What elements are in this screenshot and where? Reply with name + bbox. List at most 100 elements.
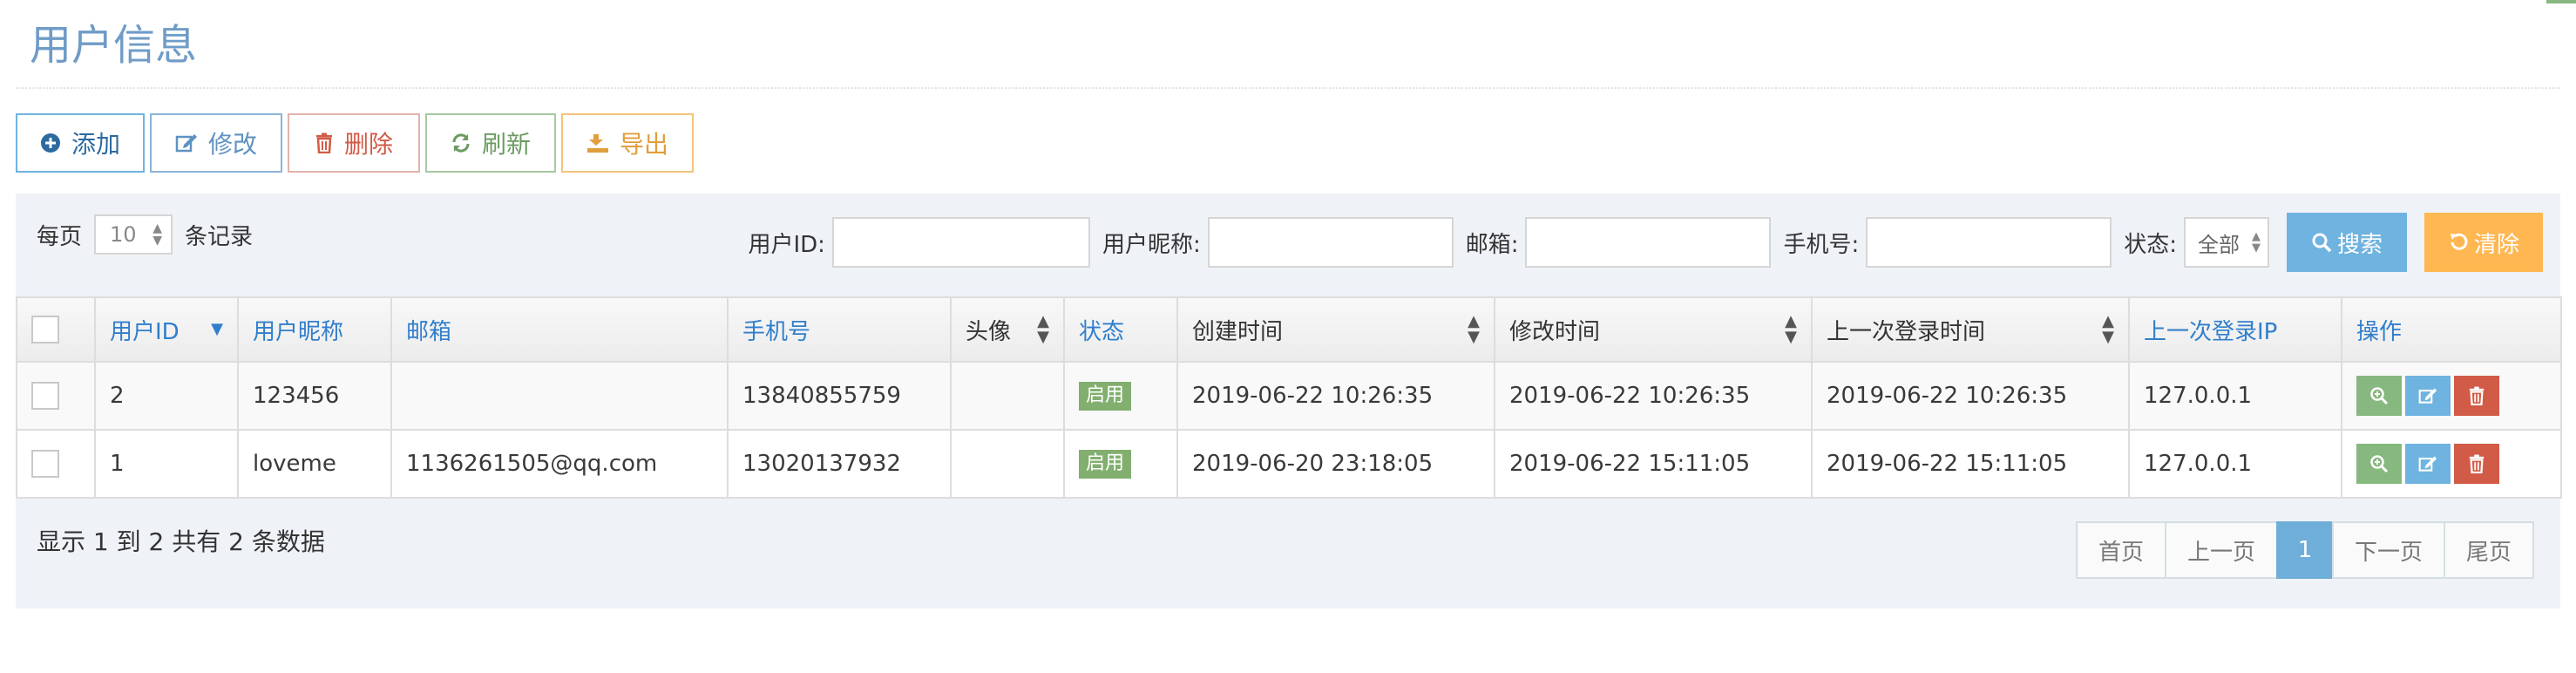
cell-created: 2019-06-22 10:26:35 xyxy=(1176,361,1495,431)
page-length-select[interactable]: 10 ▲ ▼ xyxy=(94,214,173,255)
trash-icon xyxy=(2468,454,2485,473)
header-created[interactable]: 创建时间 ▲ ▼ xyxy=(1176,296,1495,363)
view-button[interactable] xyxy=(2356,444,2402,484)
cell-nickname: loveme xyxy=(237,429,392,499)
cell-user-id: 2 xyxy=(94,361,239,431)
sort-icon: ▲ ▼ xyxy=(2102,312,2114,346)
row-select-cell xyxy=(16,429,96,499)
sort-icon: ▲ ▼ xyxy=(1785,312,1797,346)
filter-phone-label: 手机号: xyxy=(1783,231,1860,258)
cell-avatar xyxy=(950,361,1065,431)
header-last-ip[interactable]: 上一次登录IP xyxy=(2128,296,2342,363)
delete-row-button[interactable] xyxy=(2454,444,2499,484)
cell-email: 1136261505@qq.com xyxy=(390,429,729,499)
header-user-id[interactable]: 用户ID ▼ xyxy=(94,296,239,363)
filter-email-input[interactable] xyxy=(1525,217,1772,268)
add-button[interactable]: 添加 xyxy=(16,113,145,173)
cell-avatar xyxy=(950,429,1065,499)
toolbar: 添加 修改 删除 刷新 导出 xyxy=(16,113,694,173)
edit-icon xyxy=(2418,454,2437,473)
export-button[interactable]: 导出 xyxy=(561,113,694,173)
select-all-checkbox[interactable] xyxy=(31,316,59,343)
filter-user-id-input[interactable] xyxy=(831,217,1090,268)
refresh-button[interactable]: 刷新 xyxy=(425,113,556,173)
header-phone[interactable]: 手机号 xyxy=(727,296,952,363)
edit-button[interactable]: 修改 xyxy=(150,113,282,173)
cell-status: 启用 xyxy=(1063,429,1178,499)
page-length-prefix: 每页 xyxy=(37,223,83,250)
status-badge: 启用 xyxy=(1079,382,1132,411)
export-button-label: 导出 xyxy=(619,130,668,159)
edit-row-button[interactable] xyxy=(2405,444,2451,484)
cell-last-ip: 127.0.0.1 xyxy=(2128,429,2342,499)
trash-icon xyxy=(315,133,334,153)
filter-user-id-label: 用户ID: xyxy=(748,231,825,258)
edit-button-label: 修改 xyxy=(207,130,257,159)
cell-actions xyxy=(2341,361,2562,431)
add-button-label: 添加 xyxy=(71,130,120,159)
cell-phone: 13840855759 xyxy=(727,361,952,431)
header-status[interactable]: 状态 xyxy=(1063,296,1178,363)
page-prev-button[interactable]: 上一页 xyxy=(2165,521,2278,579)
cell-email xyxy=(390,361,729,431)
filter-nickname-input[interactable] xyxy=(1207,217,1454,268)
page-first-button[interactable]: 首页 xyxy=(2076,521,2166,579)
status-badge: 启用 xyxy=(1079,450,1132,479)
header-modified[interactable]: 修改时间 ▲ ▼ xyxy=(1494,296,1813,363)
view-button[interactable] xyxy=(2356,376,2402,416)
delete-row-button[interactable] xyxy=(2454,376,2499,416)
cell-created: 2019-06-20 23:18:05 xyxy=(1176,429,1495,499)
page-length-control: 每页 10 ▲ ▼ 条记录 xyxy=(37,214,253,255)
page-current-button[interactable]: 1 xyxy=(2276,521,2334,579)
export-icon xyxy=(586,133,609,153)
filter-status-label: 状态: xyxy=(2124,231,2177,258)
page-last-button[interactable]: 尾页 xyxy=(2444,521,2534,579)
zoom-in-icon xyxy=(2369,386,2389,405)
filter-phone-input[interactable] xyxy=(1866,217,2112,268)
table-info-text: 显示 1 到 2 共有 2 条数据 xyxy=(37,527,325,556)
header-nickname[interactable]: 用户昵称 xyxy=(237,296,392,363)
table-row[interactable]: 2 123456 13840855759 启用 2019-06-22 10:26… xyxy=(16,361,2562,431)
table-header-row: 用户ID ▼ 用户昵称 邮箱 手机号 头像 ▲ ▼ 状态 创建时间 ▲ ▼ 修改时间 ▲ ▼ … xyxy=(16,296,2562,363)
search-filters: 用户ID: 用户昵称: 邮箱: 手机号: 状态: 全部 ▲ ▼ 搜索 清除 xyxy=(736,213,2543,272)
filter-status-value: 全部 xyxy=(2198,232,2240,257)
cell-actions xyxy=(2341,429,2562,499)
top-right-indicator xyxy=(2546,0,2576,3)
row-checkbox[interactable] xyxy=(31,450,59,478)
filter-email-label: 邮箱: xyxy=(1465,231,1519,258)
undo-icon xyxy=(2448,232,2469,253)
delete-button-label: 删除 xyxy=(343,130,393,159)
cell-modified: 2019-06-22 15:11:05 xyxy=(1494,429,1813,499)
row-select-cell xyxy=(16,361,96,431)
page-next-button[interactable]: 下一页 xyxy=(2332,521,2445,579)
refresh-button-label: 刷新 xyxy=(481,130,531,159)
zoom-in-icon xyxy=(2369,454,2389,473)
clear-button[interactable]: 清除 xyxy=(2424,213,2543,272)
edit-row-button[interactable] xyxy=(2405,376,2451,416)
select-arrows-icon: ▲ ▼ xyxy=(2252,230,2261,255)
header-select-all xyxy=(16,296,96,363)
refresh-icon xyxy=(451,133,471,153)
title-divider xyxy=(16,87,2560,89)
plus-circle-icon xyxy=(40,133,61,153)
trash-icon xyxy=(2468,386,2485,405)
search-button-label: 搜索 xyxy=(2336,231,2383,258)
cell-nickname: 123456 xyxy=(237,361,392,431)
cell-phone: 13020137932 xyxy=(727,429,952,499)
pagination: 首页 上一页 1 下一页 尾页 xyxy=(2076,521,2534,579)
cell-last-login: 2019-06-22 10:26:35 xyxy=(1811,361,2130,431)
filter-status-select[interactable]: 全部 ▲ ▼ xyxy=(2184,217,2269,268)
clear-button-label: 清除 xyxy=(2473,231,2519,258)
cell-last-login: 2019-06-22 15:11:05 xyxy=(1811,429,2130,499)
table-row[interactable]: 1 loveme 1136261505@qq.com 13020137932 启… xyxy=(16,429,2562,499)
delete-button[interactable]: 删除 xyxy=(288,113,420,173)
row-checkbox[interactable] xyxy=(31,382,59,410)
user-table: 用户ID ▼ 用户昵称 邮箱 手机号 头像 ▲ ▼ 状态 创建时间 ▲ ▼ 修改时间 ▲ ▼ … xyxy=(16,296,2562,499)
search-button[interactable]: 搜索 xyxy=(2287,213,2407,272)
header-avatar[interactable]: 头像 ▲ ▼ xyxy=(950,296,1065,363)
cell-last-ip: 127.0.0.1 xyxy=(2128,361,2342,431)
header-last-login[interactable]: 上一次登录时间 ▲ ▼ xyxy=(1811,296,2130,363)
edit-icon xyxy=(175,133,198,153)
filter-nickname-label: 用户昵称: xyxy=(1102,231,1201,258)
header-email[interactable]: 邮箱 xyxy=(390,296,729,363)
